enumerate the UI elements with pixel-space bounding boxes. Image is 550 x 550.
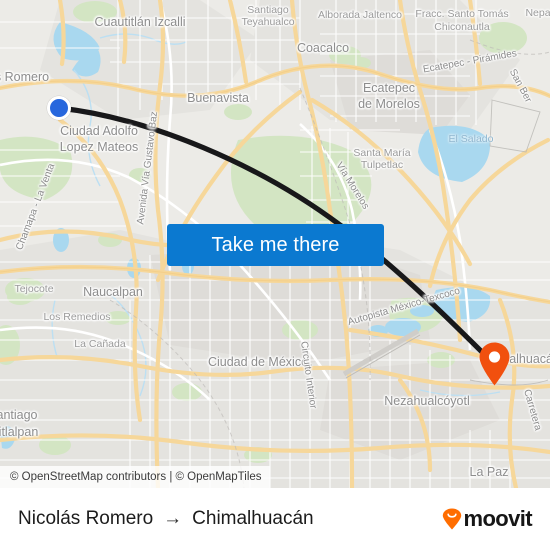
moovit-pin-icon: [443, 508, 462, 530]
arrow-right-icon: →: [163, 508, 183, 529]
map-canvas[interactable]: Cuautitlán Izcalli Santiago Teyahualco Albo…: [0, 0, 550, 488]
moovit-logo[interactable]: moovit: [442, 506, 533, 532]
trip-origin-label: Nicolás Romero: [18, 508, 154, 529]
trip-destination-label: Chimalhuacán: [192, 508, 314, 529]
take-me-there-button[interactable]: Take me there: [167, 224, 384, 266]
map-attribution[interactable]: © OpenStreetMap contributors | © OpenMap…: [0, 466, 270, 488]
destination-marker-pin[interactable]: [478, 341, 511, 386]
trip-footer-bar: Nicolás Romero → Chimalhuacán moovit: [0, 488, 550, 550]
origin-marker-dot[interactable]: [47, 96, 71, 120]
map-pin-icon: [479, 342, 510, 386]
moovit-wordmark: moovit: [463, 506, 532, 531]
trip-summary: Nicolás Romero → Chimalhuacán: [18, 508, 314, 530]
moovit-trip-map-screen: Cuautitlán Izcalli Santiago Teyahualco Albo…: [0, 0, 550, 550]
